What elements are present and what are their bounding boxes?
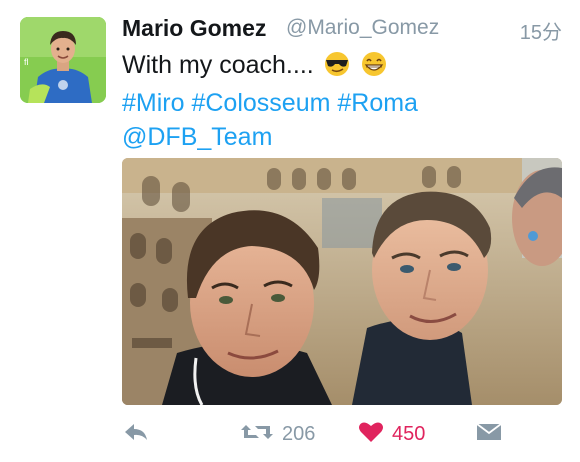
- mention-dfb-team[interactable]: @DFB_Team: [122, 123, 272, 151]
- avatar-image: fl: [20, 17, 106, 103]
- retweet-button[interactable]: 206: [240, 416, 315, 452]
- retweet-count: 206: [282, 422, 316, 445]
- tweet-text: With my coach.... #Miro #Colosseum #Roma…: [122, 48, 562, 154]
- like-count: 450: [392, 422, 426, 445]
- svg-text:fl: fl: [24, 57, 29, 67]
- tweet-text-line-2: #Miro #Colosseum #Roma: [122, 86, 562, 120]
- tweet-action-bar: 206 450: [122, 416, 562, 452]
- tweet-text-line-1: With my coach....: [122, 48, 562, 86]
- like-button[interactable]: 450: [358, 416, 425, 452]
- selfie-photo-image: [122, 158, 562, 405]
- tweet-photo[interactable]: [122, 158, 562, 405]
- smiling-face-with-sunglasses-icon: [323, 51, 351, 86]
- author-handle[interactable]: @Mario_Gomez: [286, 16, 439, 40]
- tweet-text-content: With my coach....: [122, 51, 314, 79]
- heart-icon: [358, 421, 384, 448]
- reply-button[interactable]: [122, 416, 150, 452]
- tweet-text-line-3: @DFB_Team: [122, 120, 562, 154]
- author-name[interactable]: Mario Gomez: [122, 15, 266, 42]
- grinning-face-icon: [360, 51, 388, 86]
- envelope-icon: [476, 422, 502, 447]
- tweet-header: Mario Gomez @Mario_Gomez 15分: [122, 15, 562, 45]
- reply-icon: [122, 421, 150, 448]
- hashtag-miro[interactable]: #Miro: [122, 89, 185, 117]
- retweet-icon: [240, 421, 274, 448]
- author-avatar[interactable]: fl: [20, 17, 106, 103]
- tweet-timestamp[interactable]: 15分: [520, 16, 562, 45]
- direct-message-button[interactable]: [476, 416, 502, 452]
- hashtag-colosseum[interactable]: #Colosseum: [191, 89, 330, 117]
- hashtag-roma[interactable]: #Roma: [337, 89, 418, 117]
